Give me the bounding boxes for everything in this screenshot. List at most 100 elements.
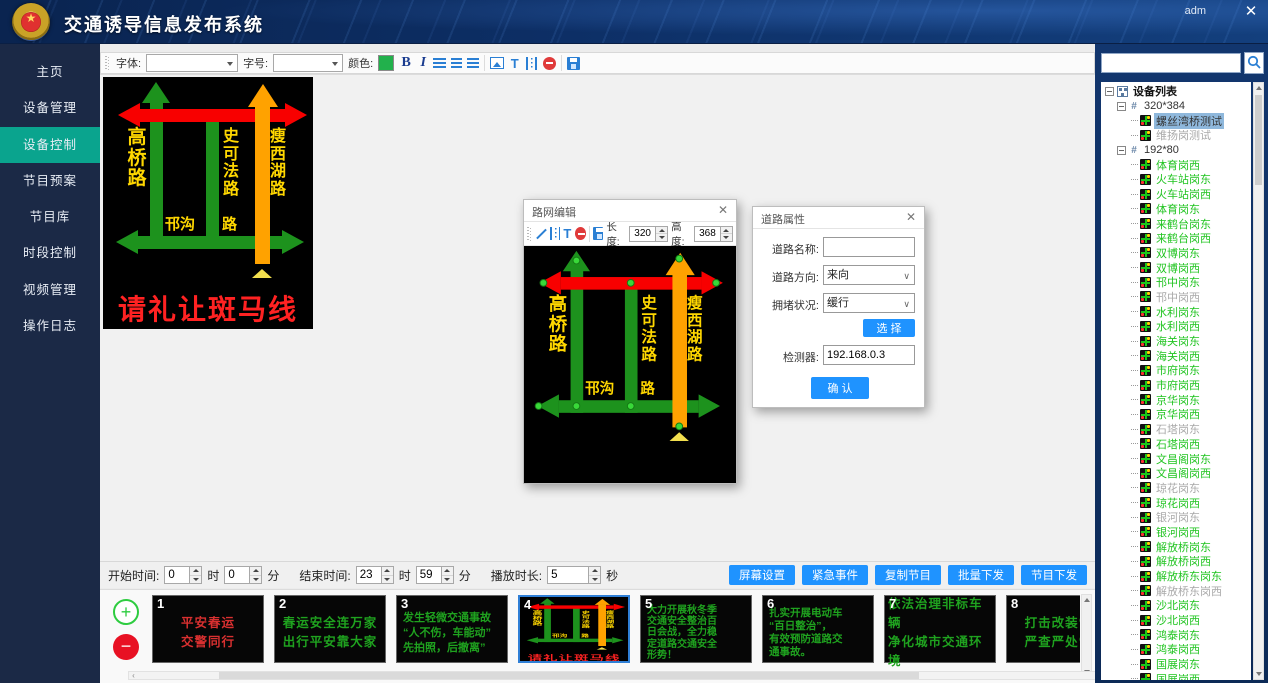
bold-icon[interactable]: B (399, 55, 413, 71)
device-tree-item[interactable]: 水利岗东 (1101, 304, 1251, 319)
schedule-action-button[interactable]: 批量下发 (948, 565, 1014, 585)
device-tree-item[interactable]: 解放桥岗西 (1101, 554, 1251, 569)
spin-up-icon[interactable] (656, 227, 667, 235)
tree-item-label[interactable]: 邗中岗东 (1154, 274, 1202, 290)
device-tree-item[interactable]: 螺丝湾桥测试 (1101, 113, 1251, 128)
spin-down-icon[interactable] (442, 576, 453, 584)
control-point-dot[interactable] (712, 279, 720, 287)
height-input[interactable] (694, 226, 721, 242)
align-center-icon[interactable] (451, 58, 462, 68)
end-hour-input[interactable] (356, 566, 382, 584)
device-tree-item[interactable]: 来鹤台岗西 (1101, 231, 1251, 246)
tree-item-label[interactable]: 螺丝湾桥测试 (1154, 113, 1224, 129)
control-point-dot[interactable] (535, 402, 543, 410)
device-tree-item[interactable]: 火车站岗东 (1101, 172, 1251, 187)
device-tree-item[interactable]: 水利岗西 (1101, 319, 1251, 334)
italic-icon[interactable]: I (418, 55, 428, 71)
tree-item-label[interactable]: 水利岗东 (1154, 304, 1202, 320)
toolbar-grip-icon[interactable] (105, 56, 109, 70)
device-tree-item[interactable]: 鸿泰岗东 (1101, 627, 1251, 642)
device-tree-item[interactable]: 双博岗西 (1101, 260, 1251, 275)
device-tree-item[interactable]: 文昌阁岗东 (1101, 451, 1251, 466)
device-tree-item[interactable]: 石塔岗西 (1101, 437, 1251, 452)
tree-item-label[interactable]: 火车站岗东 (1154, 171, 1213, 187)
device-tree-item[interactable]: 京华岗西 (1101, 407, 1251, 422)
scrollbar-thumb[interactable] (219, 672, 919, 679)
device-tree-item[interactable]: 解放桥东岗东 (1101, 569, 1251, 584)
user-name[interactable]: adm (1185, 5, 1206, 17)
device-tree-item[interactable]: 解放桥岗东 (1101, 539, 1251, 554)
road-edit-canvas[interactable]: 高 桥 路史 可 法 路瘦 西 湖 路邗沟路 (524, 246, 736, 483)
tree-item-label[interactable]: 银河岗东 (1154, 509, 1202, 525)
device-tree-item[interactable]: 维扬岗测试 (1101, 128, 1251, 143)
device-tree-item[interactable]: 海关岗东 (1101, 334, 1251, 349)
device-tree-item[interactable]: 双博岗东 (1101, 246, 1251, 261)
playlist-horizontal-scrollbar[interactable]: ‹ (128, 671, 1180, 680)
save-icon[interactable] (567, 57, 580, 70)
control-point-dot[interactable] (675, 423, 683, 431)
add-program-button[interactable]: + (113, 599, 139, 625)
program-thumbnail[interactable]: 发生轻微交通事故“人不伤，车能动”先拍照，后撤离”3 (396, 595, 508, 663)
align-left-icon[interactable] (433, 58, 446, 68)
spin-up-icon[interactable] (721, 227, 732, 235)
collapse-expander-icon[interactable] (1105, 87, 1114, 96)
close-icon[interactable]: ✕ (716, 203, 730, 217)
search-button[interactable] (1244, 52, 1264, 74)
tree-item-label[interactable]: 火车站岗西 (1154, 186, 1213, 202)
device-tree-item[interactable]: 琼花岗东 (1101, 481, 1251, 496)
device-tree-item[interactable]: 火车站岗西 (1101, 187, 1251, 202)
sidebar-item[interactable]: 设备控制 (0, 127, 100, 163)
tree-item-label[interactable]: 解放桥岗西 (1154, 553, 1213, 569)
main-sign-preview[interactable]: 高 桥 路史 可 法 路瘦 西 湖 路邗沟路请礼让斑马线 (103, 77, 313, 329)
delete-icon[interactable] (543, 57, 556, 70)
tree-item-label[interactable]: 双博岗西 (1154, 260, 1202, 276)
tree-item-label[interactable]: 海关岗东 (1154, 333, 1202, 349)
device-tree-item[interactable]: 解放桥东岗西 (1101, 583, 1251, 598)
schedule-action-button[interactable]: 节目下发 (1021, 565, 1087, 585)
tree-item-label[interactable]: 鸿泰岗东 (1154, 627, 1202, 643)
toolbar-grip-icon[interactable] (527, 227, 530, 241)
scroll-down-icon[interactable] (1254, 669, 1263, 679)
program-thumbnail[interactable]: 打击改装“炸严查严处“机8 (1006, 595, 1080, 663)
start-minute-input[interactable] (224, 566, 250, 584)
spin-down-icon[interactable] (589, 576, 600, 584)
spin-up-icon[interactable] (442, 567, 453, 576)
sidebar-item[interactable]: 时段控制 (0, 235, 100, 271)
tree-item-label[interactable]: 192*80 (1142, 144, 1181, 156)
length-input[interactable] (629, 226, 656, 242)
device-tree-item[interactable]: 鸿泰岗西 (1101, 642, 1251, 657)
road-name-input[interactable] (823, 237, 915, 257)
spin-down-icon[interactable] (250, 576, 261, 584)
device-tree-item[interactable]: 国展岗东 (1101, 657, 1251, 672)
tree-item-label[interactable]: 体育岗西 (1154, 157, 1202, 173)
tree-item-label[interactable]: 解放桥东岗东 (1154, 568, 1224, 584)
tree-item-label[interactable]: 银河岗西 (1154, 524, 1202, 540)
device-group-node[interactable]: #192*80 (1101, 143, 1251, 158)
schedule-action-button[interactable]: 屏幕设置 (729, 565, 795, 585)
tree-item-label[interactable]: 文昌阁岗西 (1154, 465, 1213, 481)
tree-item-label[interactable]: 邗中岗西 (1154, 289, 1202, 305)
device-tree-item[interactable]: 邗中岗东 (1101, 275, 1251, 290)
close-icon[interactable]: ✕ (1242, 3, 1260, 21)
program-thumbnail[interactable]: 高 桥 路史 可 法 路瘦 西 湖 路邗沟路请礼让斑马线4 (518, 595, 630, 663)
schedule-action-button[interactable]: 紧急事件 (802, 565, 868, 585)
tree-item-label[interactable]: 沙北岗东 (1154, 597, 1202, 613)
device-group-node[interactable]: #320*384 (1101, 99, 1251, 114)
device-tree-item[interactable]: 银河岗东 (1101, 510, 1251, 525)
collapse-expander-icon[interactable] (1117, 102, 1126, 111)
tree-item-label[interactable]: 双博岗东 (1154, 245, 1202, 261)
remove-program-button[interactable]: − (113, 634, 139, 660)
end-minute-input[interactable] (416, 566, 442, 584)
detector-input[interactable] (823, 345, 915, 365)
device-tree-item[interactable]: 石塔岗东 (1101, 422, 1251, 437)
program-thumbnail[interactable]: 大力开展秋冬季交通安全整治百日会战，全力稳定道路交通安全形势！5 (640, 595, 752, 663)
playlist-vertical-scrollbar[interactable] (1081, 594, 1092, 678)
device-tree-item[interactable]: 体育岗西 (1101, 157, 1251, 172)
sidebar-item[interactable]: 主页 (0, 54, 100, 90)
scroll-up-icon[interactable] (1082, 595, 1091, 605)
sidebar-item[interactable]: 视频管理 (0, 272, 100, 308)
program-thumbnail[interactable]: 平安春运交警同行1 (152, 595, 264, 663)
tree-item-label[interactable]: 沙北岗西 (1154, 612, 1202, 628)
scroll-left-icon[interactable]: ‹ (129, 672, 138, 679)
device-tree-item[interactable]: 琼花岗西 (1101, 495, 1251, 510)
